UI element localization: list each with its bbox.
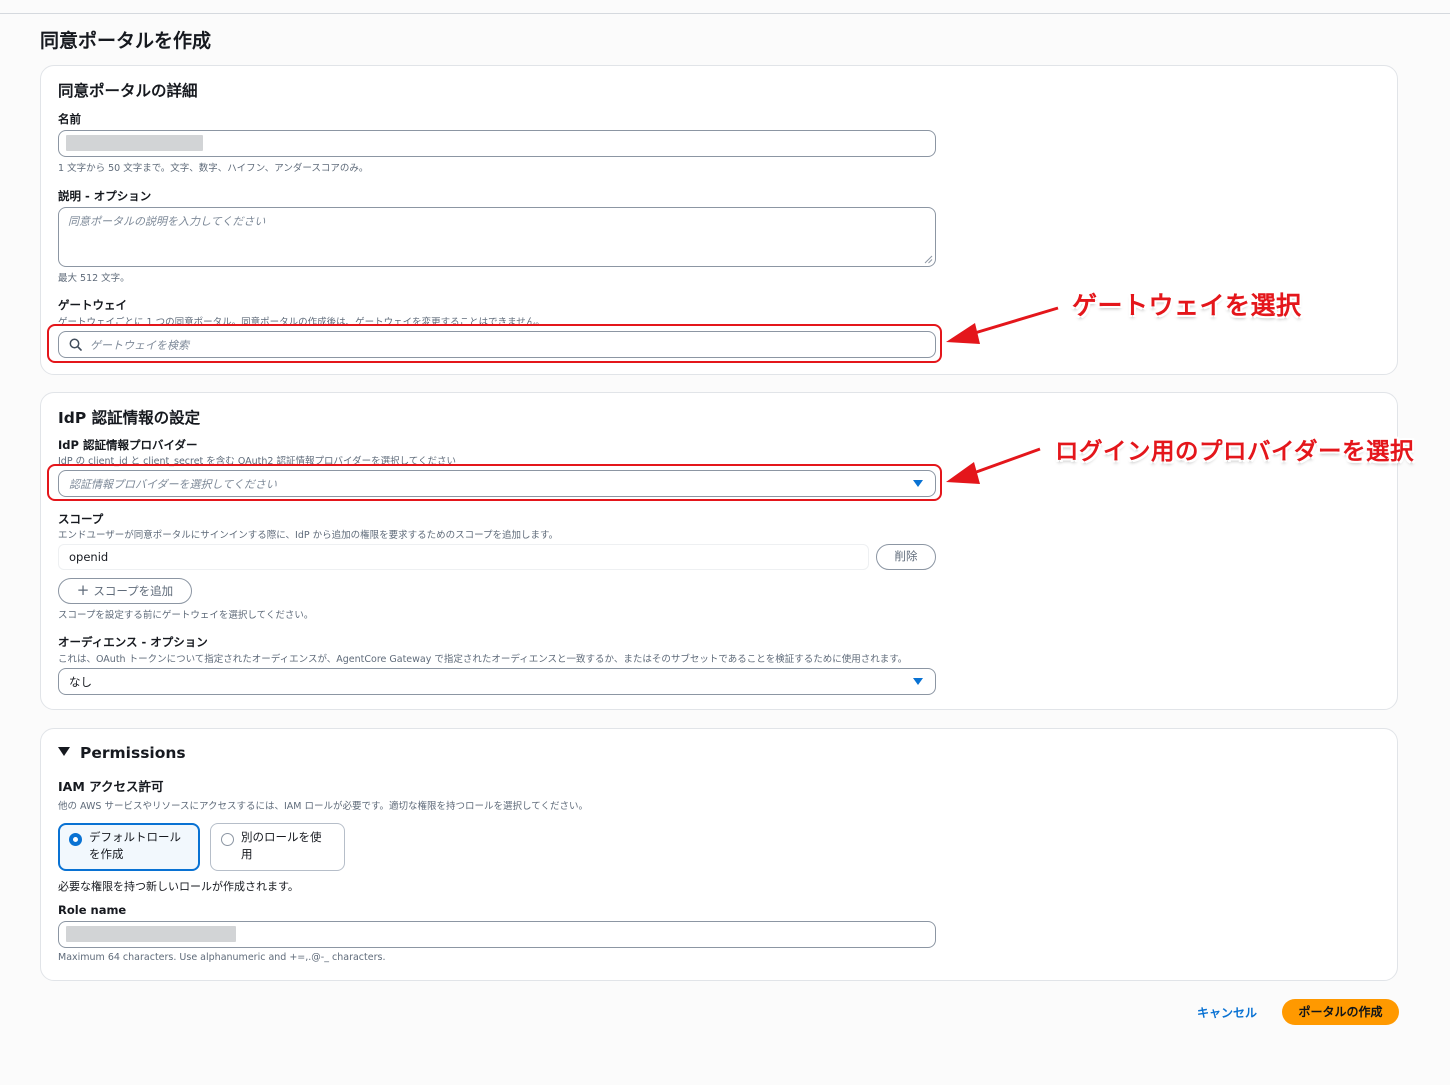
default-role-label-line1: デフォルトロール [89,830,181,844]
add-scope-label: スコープを追加 [93,584,174,598]
radio-unselected-icon [221,833,234,846]
description-hint: 最大 512 文字。 [58,273,130,284]
name-hint: 1 文字から 50 文字まで。文字、数字、ハイフン、アンダースコアのみ。 [58,163,369,174]
other-role-label-line1: 別のロールを使 [241,830,322,844]
scope-hint: エンドユーザーが同意ポータルにサインインする際に、IdP から追加の権限を要求す… [58,530,559,541]
permissions-card: Permissions IAM アクセス許可 他の AWS サービスやリソースに… [40,728,1398,981]
audience-value: なし [69,675,92,689]
caret-down-icon [58,747,70,756]
page-title: 同意ポータルを作成 [40,30,212,52]
description-placeholder: 同意ポータルの説明を入力してください [68,215,266,228]
gateway-annotation: ゲートウェイを選択 [1072,291,1302,320]
gateway-arrow-icon [946,306,1059,344]
provider-arrow-icon [946,447,1041,484]
gateway-highlight-box [47,324,942,363]
provider-highlight-box [47,464,942,501]
role-note: 必要な権限を持つ新しいロールが作成されます。 [58,880,299,893]
name-input[interactable] [58,130,936,157]
other-role-label-line2: 用 [241,847,253,861]
description-label: 説明 - オプション [58,189,152,203]
radio-create-default-role[interactable]: デフォルトロール を作成 [58,823,200,871]
radio-selected-icon [69,833,82,846]
role-name-input[interactable] [58,921,936,948]
audience-select[interactable]: なし [58,668,936,695]
idp-heading: IdP 認証情報の設定 [58,409,201,427]
redacted-name-value [66,135,203,151]
cancel-button[interactable]: キャンセル [1197,1004,1257,1021]
add-scope-button[interactable]: + スコープを追加 [58,578,192,604]
create-portal-button[interactable]: ポータルの作成 [1282,999,1399,1025]
top-divider [0,13,1450,14]
permissions-heading: Permissions [80,744,186,762]
delete-scope-button[interactable]: 削除 [876,544,936,570]
iam-hint: 他の AWS サービスやリソースにアクセスするには、IAM ロールが必要です。適… [58,801,588,812]
description-textarea[interactable]: 同意ポータルの説明を入力してください [58,207,936,267]
scope-value: openid [69,550,109,564]
resize-handle-icon[interactable] [924,255,933,264]
default-role-label-line2: を作成 [89,847,124,861]
add-scope-hint: スコープを設定する前にゲートウェイを選択してください。 [58,610,314,621]
name-label: 名前 [58,112,81,126]
plus-icon: + [76,581,90,599]
radio-use-existing-role[interactable]: 別のロールを使 用 [210,823,345,871]
details-heading: 同意ポータルの詳細 [58,82,198,100]
provider-annotation: ログイン用のプロバイダーを選択 [1055,437,1415,465]
gateway-label: ゲートウェイ [58,298,127,312]
audience-hint: これは、OAuth トークンについて指定されたオーディエンスが、AgentCor… [58,654,908,665]
role-name-hint: Maximum 64 characters. Use alphanumeric … [58,952,386,963]
provider-label: IdP 認証情報プロバイダー [58,438,198,452]
audience-label: オーディエンス - オプション [58,635,208,649]
chevron-down-icon [913,678,923,685]
scope-input[interactable]: openid [58,544,869,570]
iam-label: IAM アクセス許可 [58,779,164,794]
role-name-label: Role name [58,903,127,917]
scope-label: スコープ [58,512,104,526]
redacted-role-name-value [66,926,236,942]
